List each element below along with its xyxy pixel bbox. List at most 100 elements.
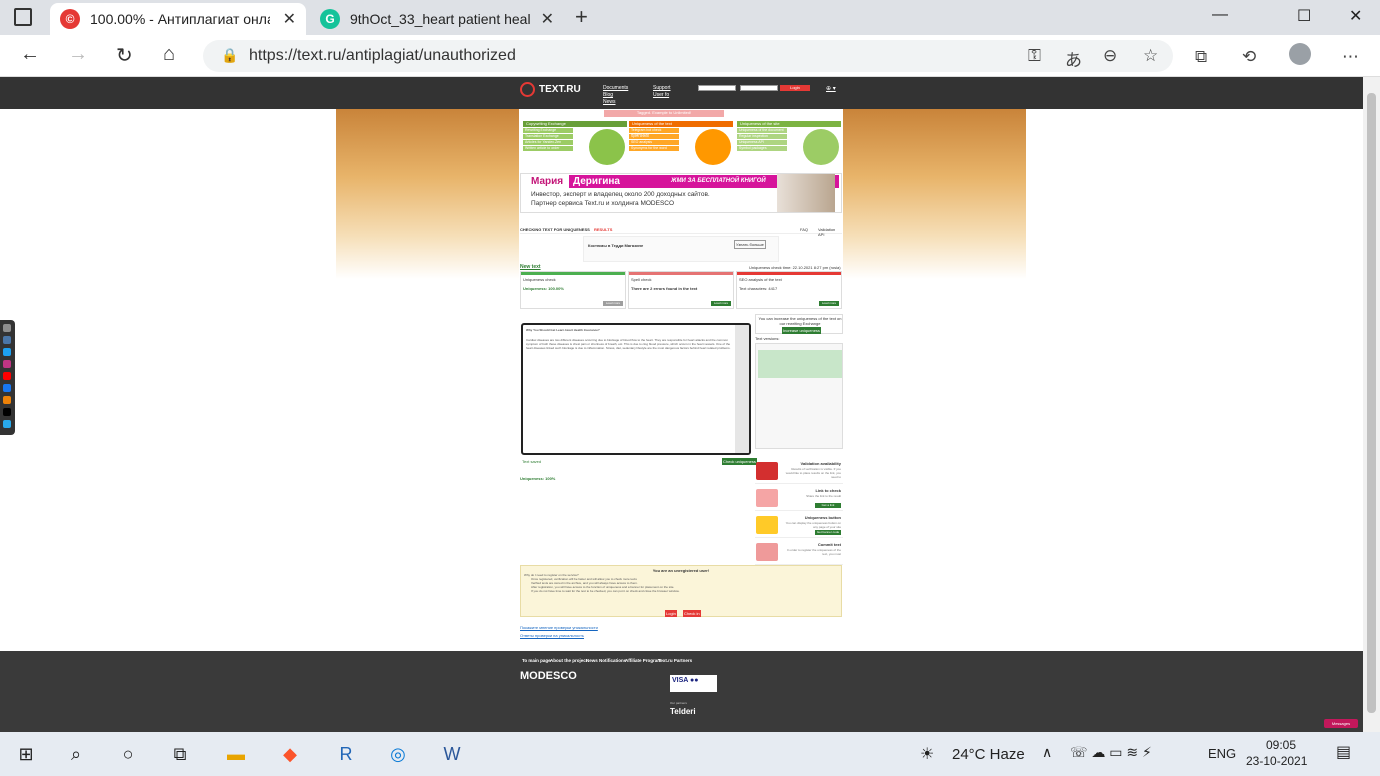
text-ad[interactable]: Костюмы в Тедди Магазине Узнать больше [583, 236, 779, 262]
footer-link[interactable]: Notifications [599, 658, 626, 663]
bottom-link-1[interactable]: Покажите мнение проверки уникальности [520, 625, 598, 630]
banner-cta[interactable]: ЖМИ ЗА БЕСПЛАТНОЙ КНИГОЙ [671, 178, 766, 184]
side-commit[interactable]: Commit text In order to register the uni… [755, 541, 843, 565]
close-window-icon[interactable]: ✕ [1349, 6, 1362, 26]
promo-item[interactable]: Articles for Yandex.Zen [523, 140, 573, 145]
promo-item[interactable]: Synonyms for the word [629, 146, 679, 151]
close-tab-icon[interactable]: ✕ [283, 9, 296, 29]
page-scrollbar[interactable] [1363, 77, 1380, 732]
promo-item[interactable]: Translation Exchange [523, 134, 573, 139]
promo-item[interactable]: Written article to order [523, 146, 573, 151]
telegram-icon[interactable] [3, 420, 11, 428]
password-field[interactable] [740, 85, 778, 91]
facebook-icon[interactable] [3, 384, 11, 392]
footer-link[interactable]: To main page [522, 658, 551, 663]
clock-time[interactable]: 09:05 [1266, 738, 1296, 752]
promo-item[interactable]: Rewriting Exchange [523, 128, 573, 133]
side-button[interactable]: Uniqueness button You can display the un… [755, 514, 843, 538]
footer-link[interactable]: About the project [550, 658, 587, 663]
url-text[interactable]: https://text.ru/antiplagiat/unauthorized [249, 47, 516, 65]
ad-banner[interactable]: Мария Деригина ЖМИ ЗА БЕСПЛАТНОЙ КНИГОЙ … [520, 173, 842, 213]
modesco-logo[interactable]: MODESCO [520, 670, 577, 682]
notification-icon[interactable]: ▤ [1336, 742, 1351, 762]
side-link[interactable]: Link to check Share the link to the resu… [755, 487, 843, 511]
ad-button[interactable]: Узнать больше [734, 240, 766, 249]
text-editor[interactable]: Why You Should Get Learn Heart Health In… [521, 323, 751, 455]
tab-faq[interactable]: FAQ [800, 227, 808, 232]
notice-bar[interactable]: Tagged. Example to Unlimited! [604, 110, 724, 117]
footer-link[interactable]: News [586, 658, 598, 663]
windows-start-icon[interactable]: ⊞ [12, 740, 40, 768]
unreg-check-button[interactable]: Check in [683, 610, 701, 617]
footer-link[interactable]: Text.ru Partners [658, 658, 692, 663]
tab-grammarly[interactable]: G 9thOct_33_heart patient health i ✕ [310, 3, 564, 35]
language-indicator[interactable]: ENG [1208, 746, 1236, 761]
nav-news[interactable]: News [603, 99, 616, 105]
favorite-icon[interactable]: ☆ [1143, 46, 1158, 66]
promo-item[interactable]: Symbol packages [737, 146, 787, 151]
key-icon[interactable]: ⚿ [1028, 46, 1041, 66]
check-uniqueness-button[interactable]: Check uniqueness [722, 458, 757, 465]
tiktok-icon[interactable] [3, 408, 11, 416]
editor-text[interactable]: Cardiac diseases are two different disea… [523, 335, 737, 353]
increase-uniqueness-button[interactable]: Increase uniqueness [782, 327, 821, 334]
search-icon[interactable]: ⌕ [62, 740, 90, 768]
site-logo[interactable]: TEXT.RU [520, 82, 581, 97]
brave-icon[interactable]: ◆ [276, 740, 304, 768]
promo-copywriting[interactable]: Copywriting Exchange Rewriting Exchange … [523, 121, 627, 167]
email-field[interactable] [698, 85, 736, 91]
r-studio-icon[interactable]: R [332, 740, 360, 768]
home-icon[interactable]: ⌂ [163, 43, 175, 66]
tab-results[interactable]: RESULTS [594, 227, 612, 232]
scrollbar-thumb[interactable] [1367, 93, 1376, 713]
clock-date[interactable]: 23-10-2021 [1246, 754, 1307, 768]
promo-item[interactable]: Regular inspection [737, 134, 787, 139]
weather-text[interactable]: 24°C Haze [952, 746, 1025, 763]
close-tab-icon[interactable]: ✕ [541, 9, 554, 29]
word-icon[interactable]: W [438, 740, 466, 768]
telderi-logo[interactable]: Telderi [670, 707, 696, 716]
nav-blog[interactable]: Blog [603, 92, 613, 98]
footer-link[interactable]: Affiliate Program [625, 658, 661, 663]
maximize-icon[interactable]: ☐ [1297, 6, 1311, 26]
youtube-icon[interactable] [3, 372, 11, 380]
history-icon[interactable]: ⟲ [1242, 47, 1256, 67]
cortana-icon[interactable]: ○ [114, 740, 142, 768]
tab-antiplagiat[interactable]: © 100.00% - Антиплагиат онлайн, ✕ [50, 3, 306, 35]
edge-icon[interactable]: ◎ [384, 740, 412, 768]
login-button[interactable]: Login [780, 85, 810, 91]
zoom-icon[interactable]: ⊖ [1103, 46, 1117, 66]
side-validation[interactable]: Validation availability Results of verif… [755, 460, 843, 484]
tab-checking[interactable]: CHECKING TEXT FOR UNIQUENESS [520, 227, 590, 232]
new-text-link[interactable]: New text [520, 264, 541, 270]
minimize-icon[interactable]: — [1212, 6, 1228, 24]
forward-icon[interactable]: → [68, 43, 88, 66]
task-view-icon[interactable]: ⧉ [166, 740, 194, 768]
promo-item[interactable]: Uniqueness of the document [737, 128, 787, 133]
tray-icons[interactable]: ☏ ☁ ▭ ≋ ⚡ [1070, 744, 1152, 761]
editor-scrollbar[interactable] [735, 325, 749, 453]
promo-site[interactable]: Uniqueness of the site Uniqueness of the… [737, 121, 841, 167]
tab-validation-api[interactable]: Validation API [818, 227, 842, 237]
get-link-button[interactable]: Get a link [815, 503, 841, 508]
version-row[interactable] [758, 350, 842, 378]
profile-avatar[interactable] [1289, 43, 1311, 65]
lock-icon[interactable]: 🔒 [221, 47, 238, 64]
promo-item[interactable]: Telegram bot check uniqueness [629, 128, 679, 136]
load-more-button[interactable]: Load more [711, 301, 731, 306]
new-tab-icon[interactable]: + [575, 4, 588, 30]
load-more-button[interactable]: Load more [603, 301, 623, 306]
promo-item[interactable]: SEO analysis [629, 140, 679, 145]
back-icon[interactable]: ← [20, 43, 40, 66]
vk-icon[interactable] [3, 336, 11, 344]
collections-icon[interactable]: ⧉ [1195, 47, 1207, 67]
twitter-icon[interactable] [3, 348, 11, 356]
nav-support[interactable]: Support [653, 85, 671, 91]
reload-icon[interactable]: ↻ [116, 43, 133, 68]
unreg-login-button[interactable]: Login [665, 610, 677, 617]
get-banner-button[interactable]: Get banner code [815, 530, 841, 535]
text-versions-panel[interactable] [755, 343, 843, 449]
more-menu-icon[interactable]: ⋯ [1342, 47, 1359, 67]
url-field[interactable]: 🔒 https://text.ru/antiplagiat/unauthoriz… [203, 40, 1173, 72]
share-icon[interactable] [3, 324, 11, 332]
